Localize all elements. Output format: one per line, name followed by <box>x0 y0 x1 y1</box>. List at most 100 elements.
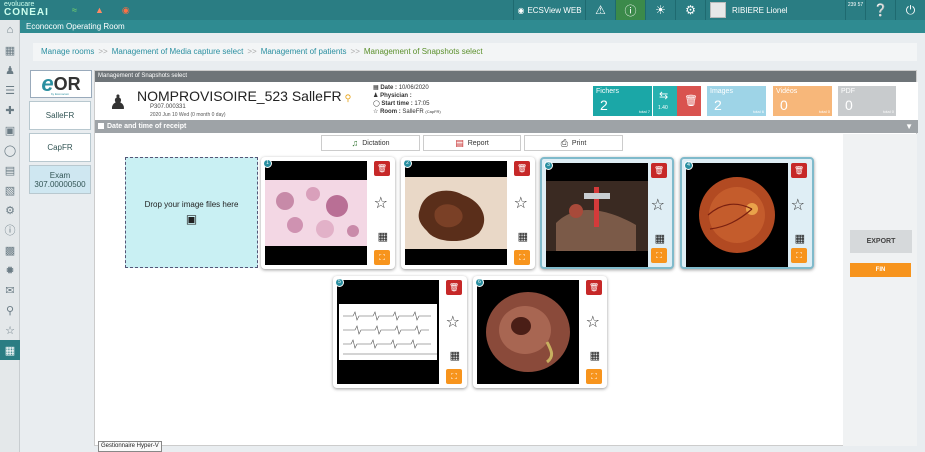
top-bar: evolucare CONEAI ≈ ▲ ◉ ◉ ECSView WEB ⚠ ⓘ… <box>0 0 925 20</box>
star-icon[interactable]: ☆ <box>651 195 665 215</box>
gear-icon[interactable]: ⚙ <box>0 200 20 220</box>
patient-header: ♟ NOMPROVISOIRE_523 SalleFR ⚲ P307.000331… <box>95 82 918 120</box>
delete-snapshot-button[interactable]: 🗑 <box>791 163 807 178</box>
user-icon[interactable]: ♟ <box>0 60 20 80</box>
pdf-tile[interactable]: PDF 0 total 0 <box>838 86 896 116</box>
videos-tile[interactable]: Vidéos 0 total 0 <box>773 86 832 116</box>
dictation-icon: ♫ <box>351 138 359 148</box>
help-button[interactable]: ❔ <box>865 0 895 20</box>
id-card-icon[interactable]: ▣ <box>0 120 20 140</box>
delete-files-button[interactable]: 🗑 <box>677 86 701 116</box>
image-drop-zone[interactable]: Drop your image files here ▣ <box>125 157 258 268</box>
fin-button[interactable]: FIN <box>850 263 911 277</box>
exam-card[interactable]: Exam 307.00000500 <box>29 165 91 194</box>
ecsview-button[interactable]: ◉ ECSView WEB <box>513 0 585 20</box>
alert-button[interactable]: ⓘ <box>615 0 645 20</box>
collapse-square-icon <box>98 123 104 129</box>
expand-icon[interactable]: ⛶ <box>586 369 602 384</box>
images-label: Images <box>710 88 733 95</box>
delete-snapshot-button[interactable]: 🗑 <box>374 161 390 176</box>
expand-icon[interactable]: ⛶ <box>514 250 530 265</box>
skin-lesion-image-drawing <box>405 177 507 249</box>
snapshot-number: 1 <box>263 159 272 168</box>
ecsview-label: ECSView WEB <box>527 5 582 15</box>
skin-lesion-image[interactable] <box>405 161 507 265</box>
breadcrumb-patients[interactable]: Management of patients <box>261 47 347 56</box>
pdf-count: 0 <box>845 97 853 113</box>
star-icon[interactable]: ☆ <box>791 195 805 215</box>
endoscopy-image[interactable] <box>477 280 579 384</box>
snapshot-card-selected[interactable]: 3 🗑 ☆ ▦ ⛶ <box>540 157 674 269</box>
snapshot-card[interactable]: 2 🗑 ☆ ▦ ⛶ <box>401 157 535 269</box>
money-icon[interactable]: ◯ <box>0 140 20 160</box>
user-menu[interactable]: RIBIERE Lionel <box>705 0 845 20</box>
image-gallery-icon[interactable]: ▦ <box>590 349 600 362</box>
breadcrumb-manage-rooms[interactable]: Manage rooms <box>41 47 94 56</box>
media-icon[interactable]: ▦ <box>0 340 20 360</box>
warning-button[interactable]: ⚠ <box>585 0 615 20</box>
transfer-tile[interactable]: ⇆ 1.40 <box>653 86 677 116</box>
snapshot-card[interactable]: 1 🗑 ☆ ▦ ⛶ <box>261 157 395 269</box>
star-icon[interactable]: ☆ <box>0 320 20 340</box>
videos-count: 0 <box>780 97 788 113</box>
chat-icon[interactable]: ✉ <box>0 280 20 300</box>
room-card-sallefr[interactable]: SalleFR <box>29 101 91 130</box>
list-icon[interactable]: ☰ <box>0 80 20 100</box>
medical-icon[interactable]: ✚ <box>0 100 20 120</box>
chart-icon[interactable]: ▧ <box>0 180 20 200</box>
image-gallery-icon[interactable]: ▦ <box>795 232 805 245</box>
power-button[interactable]: ⏻ <box>895 0 925 20</box>
image-gallery-icon[interactable]: ▦ <box>450 349 460 362</box>
ecg-image[interactable] <box>337 280 439 384</box>
star-icon[interactable]: ☆ <box>374 193 388 213</box>
image-gallery-icon[interactable]: ▦ <box>655 232 665 245</box>
star-icon[interactable]: ☆ <box>514 193 528 213</box>
surgery-image[interactable] <box>546 163 648 267</box>
brightness-button[interactable]: ☀ <box>645 0 675 20</box>
report-icon: ▤ <box>455 137 464 148</box>
snapshot-card-selected[interactable]: 4 🗑 ☆ ▦ ⛶ <box>680 157 814 269</box>
settings-alt-icon[interactable]: ✹ <box>0 260 20 280</box>
snapshot-card[interactable]: 5 🗑 ☆ ▦ ⛶ <box>333 276 467 388</box>
histology-image[interactable] <box>265 161 367 265</box>
star-icon[interactable]: ☆ <box>586 312 600 332</box>
date-receipt-bar[interactable]: Date and time of receipt ▼ <box>95 120 918 133</box>
info-icon[interactable]: ⓘ <box>0 220 20 240</box>
print-button[interactable]: ⎙ Print <box>524 135 623 151</box>
retina-image-drawing <box>699 177 775 253</box>
videos-total: total 0 <box>819 109 830 114</box>
document-icon[interactable]: ▤ <box>0 160 20 180</box>
expand-icon[interactable]: ⛶ <box>446 369 462 384</box>
calendar-icon[interactable]: ▦ <box>0 40 20 60</box>
snapshot-card[interactable]: 6 🗑 ☆ ▦ ⛶ <box>473 276 607 388</box>
room-card-capfr[interactable]: CapFR <box>29 133 91 162</box>
expand-icon[interactable]: ⛶ <box>374 250 390 265</box>
snapshot-number: 5 <box>335 278 344 287</box>
delete-snapshot-button[interactable]: 🗑 <box>651 163 667 178</box>
home-icon[interactable]: ⌂ <box>0 20 20 40</box>
expand-icon[interactable]: ⛶ <box>791 248 807 263</box>
export-button[interactable]: EXPORT <box>850 230 912 253</box>
report-button[interactable]: ▤ Report <box>423 135 521 151</box>
expand-icon[interactable]: ⛶ <box>651 248 667 263</box>
star-icon[interactable]: ☆ <box>446 312 460 332</box>
help-icon: ❔ <box>873 3 888 17</box>
book-icon[interactable]: ▩ <box>0 240 20 260</box>
pdf-label: PDF <box>841 88 855 95</box>
settings-button[interactable]: ⚙ <box>675 0 705 20</box>
fichiers-tile[interactable]: Fichers 2 total 7 <box>593 86 652 116</box>
room-value: SalleFR <box>402 109 424 115</box>
delete-snapshot-button[interactable]: 🗑 <box>514 161 530 176</box>
image-gallery-icon[interactable]: ▦ <box>378 230 388 243</box>
fichiers-count: 2 <box>600 97 608 113</box>
images-tile[interactable]: Images 2 total 6 <box>707 86 766 116</box>
images-count: 2 <box>714 97 722 113</box>
retina-image[interactable] <box>686 163 788 267</box>
delete-snapshot-button[interactable]: 🗑 <box>586 280 602 295</box>
breadcrumb-media-capture[interactable]: Management of Media capture select <box>112 47 244 56</box>
image-gallery-icon[interactable]: ▦ <box>518 230 528 243</box>
upload-icon: ▣ <box>185 211 198 226</box>
delete-snapshot-button[interactable]: 🗑 <box>446 280 462 295</box>
dictation-button[interactable]: ♫ Dictation <box>321 135 420 151</box>
search-icon[interactable]: ⚲ <box>0 300 20 320</box>
